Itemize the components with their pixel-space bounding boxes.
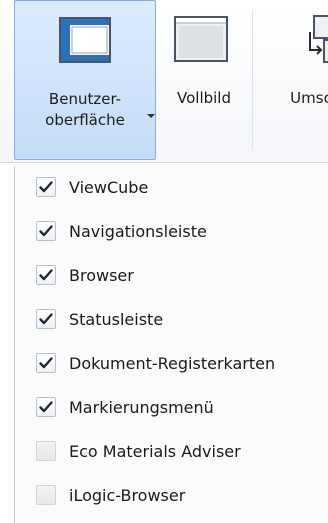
ribbon-separator [252, 10, 253, 150]
menu-item-label: Dokument-Registerkarten [69, 354, 276, 373]
switch-window-icon [306, 14, 328, 68]
checkmark-icon [39, 225, 53, 237]
checkmark-icon [39, 357, 53, 369]
menu-item-dokument-registerkarten[interactable]: Dokument-Registerkarten [15, 342, 328, 386]
menu-item-navigationsleiste[interactable]: Navigationsleiste [15, 210, 328, 254]
checkbox-checked[interactable] [36, 265, 56, 285]
user-interface-window-icon [59, 17, 111, 67]
checkbox-checked[interactable] [36, 353, 56, 373]
checkbox-checked[interactable] [36, 397, 56, 417]
checkmark-icon [39, 269, 53, 281]
menu-item-browser[interactable]: Browser [15, 254, 328, 298]
menu-item-label: ViewCube [69, 178, 149, 197]
user-interface-label-line2: oberfläche [45, 111, 125, 129]
checkbox-checked[interactable] [36, 309, 56, 329]
checkmark-icon [39, 181, 53, 193]
checkmark-icon [39, 401, 53, 413]
user-interface-label: Benutzer- oberfläche [15, 89, 155, 131]
menu-item-label: Browser [69, 266, 134, 285]
user-interface-dropdown-button[interactable]: Benutzer- oberfläche [14, 0, 156, 160]
full-screen-window-icon [174, 16, 228, 66]
menu-item-viewcube[interactable]: ViewCube [15, 166, 328, 210]
user-interface-label-line1: Benutzer- [48, 90, 122, 108]
checkbox-unchecked[interactable] [36, 441, 56, 461]
menu-item-statusleiste[interactable]: Statusleiste [15, 298, 328, 342]
checkbox-checked[interactable] [36, 221, 56, 241]
switch-window-label: Umsc [290, 89, 328, 107]
checkbox-unchecked[interactable] [36, 485, 56, 505]
menu-item-label: Statusleiste [69, 310, 164, 329]
menu-item-eco-materials-adviser[interactable]: Eco Materials Adviser [15, 430, 328, 474]
full-screen-button[interactable]: Vollbild [160, 0, 248, 160]
menu-item-ilogic-browser[interactable]: iLogic-Browser [15, 474, 328, 518]
menu-item-label: Eco Materials Adviser [69, 442, 241, 461]
checkmark-icon [39, 313, 53, 325]
ribbon-panel: Benutzer- oberfläche Vollbild Umsc [0, 0, 328, 163]
user-interface-dropdown-menu: ViewCube Navigationsleiste Browser Statu… [14, 166, 328, 523]
checkbox-checked[interactable] [36, 177, 56, 197]
menu-item-label: iLogic-Browser [69, 486, 186, 505]
full-screen-label: Vollbild [177, 89, 231, 107]
menu-item-label: Markierungsmenü [69, 398, 214, 417]
switch-window-button[interactable]: Umsc [256, 0, 328, 160]
menu-item-markierungsmenue[interactable]: Markierungsmenü [15, 386, 328, 430]
menu-item-label: Navigationsleiste [69, 222, 207, 241]
chevron-down-icon [147, 114, 155, 118]
